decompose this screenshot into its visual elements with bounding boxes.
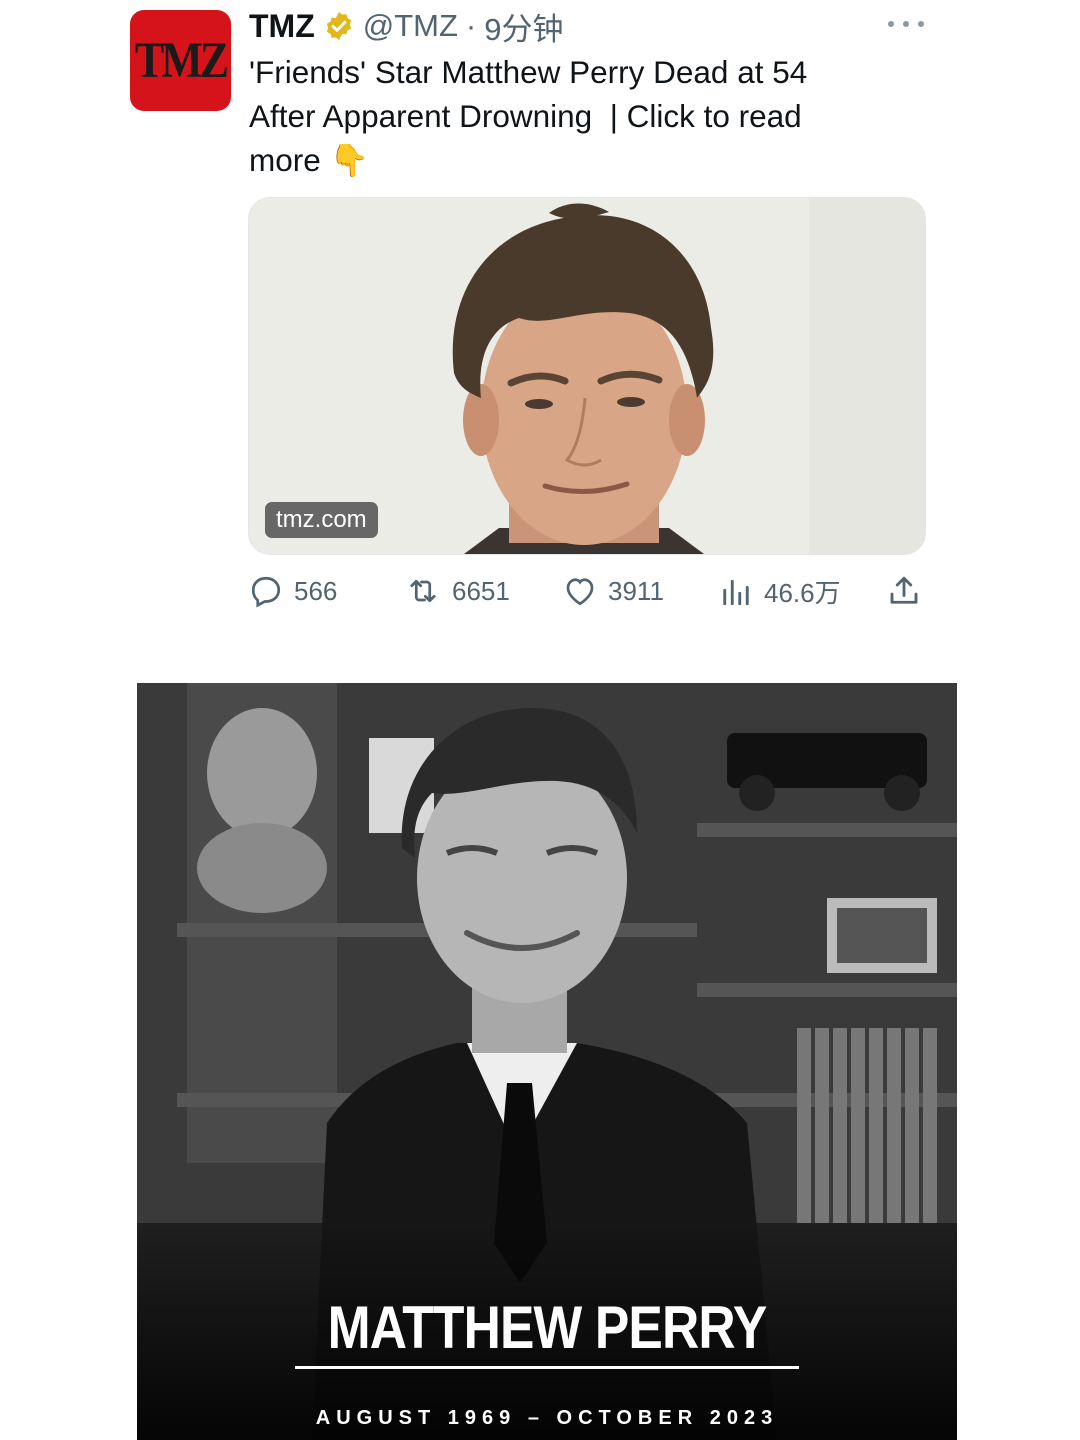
tweet-time[interactable]: 9分钟 [484, 4, 563, 49]
views-count: 46.6万 [764, 577, 841, 608]
views-action[interactable]: 46.6万 [718, 566, 841, 616]
retweet-count: 6651 [452, 575, 510, 606]
retweet-action[interactable]: 6651 [404, 566, 510, 616]
like-action[interactable]: 3911 [562, 566, 664, 616]
like-count: 3911 [608, 575, 664, 606]
author-handle[interactable]: @TMZ [363, 8, 458, 44]
screenshot-page: TMZ TMZ @TMZ · 9分钟 'Friends' Star Matthe… [0, 0, 1080, 1440]
like-icon [562, 573, 598, 609]
tmz-avatar[interactable]: TMZ [130, 10, 231, 111]
more-icon[interactable] [888, 12, 924, 36]
reply-count: 566 [294, 575, 338, 606]
memorial-image[interactable]: MATTHEW PERRY AUGUST 1969 – OCTOBER 2023 [137, 683, 957, 1440]
tweet-text: 'Friends' Star Matthew Perry Dead at 54 … [249, 50, 909, 182]
memorial-dates: AUGUST 1969 – OCTOBER 2023 [315, 1407, 779, 1429]
card-domain-badge: tmz.com [265, 502, 378, 538]
memorial-name: MATTHEW PERRY [327, 1294, 768, 1361]
reply-icon [248, 573, 284, 609]
link-card-image[interactable]: tmz.com [248, 197, 926, 555]
separator-dot: · [465, 8, 477, 43]
share-action[interactable] [886, 566, 922, 616]
memorial-divider [295, 1366, 799, 1369]
verified-badge-icon [323, 10, 355, 42]
avatar-logo-text: TMZ [134, 32, 229, 89]
author-name[interactable]: TMZ [249, 8, 315, 45]
views-icon [718, 573, 754, 609]
retweet-icon [404, 573, 442, 609]
tweet-header: TMZ @TMZ · 9分钟 [249, 4, 564, 48]
portrait-photo [249, 198, 925, 554]
pointing-down-emoji: 👇 [329, 142, 369, 178]
share-icon [886, 573, 922, 609]
reply-action[interactable]: 566 [248, 566, 337, 616]
tweet-action-bar: 566 6651 3911 46.6万 [248, 566, 924, 616]
